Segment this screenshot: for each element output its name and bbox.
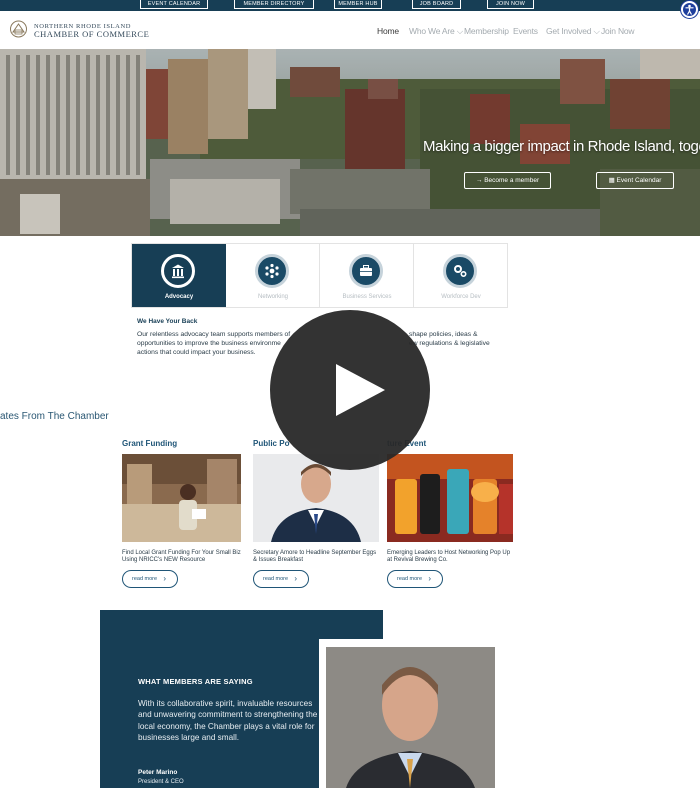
accessibility-icon[interactable]	[681, 1, 698, 18]
news-title-future-event[interactable]: Emerging Leaders to Host Networking Pop …	[387, 550, 512, 564]
tab-advocacy[interactable]: Advocacy	[132, 244, 226, 307]
nav-who-we-are[interactable]: Who We Are ⌵	[409, 26, 463, 37]
briefcase-icon	[349, 254, 383, 288]
advocacy-body-line-2b: ew regulations & legislative	[409, 340, 490, 348]
bank-icon	[161, 254, 195, 288]
hero-headline: Making a bigger impact in Rhode Island, …	[423, 138, 700, 155]
news-image-grant-funding[interactable]	[122, 454, 241, 542]
tab-advocacy-label: Advocacy	[164, 294, 194, 300]
advocacy-body-line-1: Our relentless advocacy team supports me…	[137, 331, 291, 338]
news-image-future-event[interactable]	[387, 454, 513, 542]
read-more-label: read more	[397, 576, 423, 582]
read-more-label: read more	[132, 576, 158, 582]
utility-member-directory-link[interactable]: MEMBER DIRECTORY	[234, 0, 314, 9]
services-tabs: Advocacy Networking Business Services Wo…	[131, 243, 508, 308]
nav-get-involved[interactable]: Get Involved ⌵	[546, 26, 600, 37]
updates-section-title: ates From The Chamber	[0, 411, 109, 422]
tab-business-services-label: Business Services	[342, 294, 392, 300]
gears-icon	[443, 254, 477, 288]
hero-banner: Making a bigger impact in Rhode Island, …	[0, 49, 700, 236]
tab-business-services[interactable]: Business Services	[320, 244, 414, 307]
site-header: Northern Rhode Island Chamber of Commerc…	[0, 11, 700, 49]
utility-event-calendar-link[interactable]: EVENT CALENDAR	[140, 0, 208, 9]
logo-wordmark[interactable]: Northern Rhode Island Chamber of Commerc…	[34, 23, 149, 39]
advocacy-body-line-2: opportunities to improve the business en…	[137, 340, 281, 348]
chevron-right-icon: ›	[428, 574, 431, 583]
testimonial-role: President & CEO	[138, 779, 184, 785]
news-title-public-policy[interactable]: Secretary Amore to Headline September Eg…	[253, 550, 378, 564]
tab-workforce-dev-label: Workforce Dev	[441, 294, 481, 300]
utility-bar: EVENT CALENDAR MEMBER DIRECTORY MEMBER H…	[0, 0, 700, 11]
advocacy-body-line-3: actions that could impact your business.	[137, 349, 256, 357]
read-more-button-public-policy[interactable]: read more ›	[253, 570, 309, 588]
testimonial-heading: WHAT MEMBERS ARE SAYING	[138, 677, 253, 686]
nav-membership[interactable]: Membership	[464, 26, 509, 36]
news-title-grant-funding[interactable]: Find Local Grant Funding For Your Small …	[122, 550, 247, 564]
utility-member-hub-link[interactable]: MEMBER HUB	[334, 0, 382, 9]
nav-home[interactable]: Home	[377, 26, 399, 36]
testimonial-quote: With its collaborative spirit, invaluabl…	[138, 699, 318, 742]
tab-networking[interactable]: Networking	[226, 244, 320, 307]
read-more-button-grant-funding[interactable]: read more ›	[122, 570, 178, 588]
utility-job-board-link[interactable]: JOB BOARD	[412, 0, 461, 9]
testimonial-photo	[326, 647, 495, 788]
event-calendar-button[interactable]: ▦ Event Calendar	[596, 172, 674, 189]
tab-networking-label: Networking	[257, 294, 288, 300]
become-member-button[interactable]: → Become a member	[464, 172, 551, 189]
utility-join-now-link[interactable]: JOIN NOW	[487, 0, 534, 9]
logo-line-2: Chamber of Commerce	[34, 29, 150, 39]
nav-events[interactable]: Events	[513, 26, 538, 36]
page: EVENT CALENDAR MEMBER DIRECTORY MEMBER H…	[0, 0, 700, 788]
tab-workforce-dev[interactable]: Workforce Dev	[414, 244, 508, 307]
chevron-right-icon: ›	[163, 574, 166, 583]
read-more-label: read more	[263, 576, 289, 582]
nav-join-now[interactable]: Join Now	[601, 26, 635, 36]
read-more-button-future-event[interactable]: read more ›	[387, 570, 443, 588]
news-category-grant-funding[interactable]: Grant Funding	[122, 439, 177, 448]
advocacy-title: We Have Your Back	[137, 318, 198, 325]
people-network-icon	[255, 254, 289, 288]
advocacy-body-line-1b: shape policies, ideas &	[409, 331, 478, 338]
play-icon[interactable]	[336, 364, 385, 416]
chevron-right-icon: ›	[294, 574, 297, 583]
testimonial-name: Peter Marino	[138, 769, 178, 776]
chamber-seal-icon[interactable]	[9, 20, 28, 38]
news-category-public-policy[interactable]: Public Po	[253, 439, 289, 448]
